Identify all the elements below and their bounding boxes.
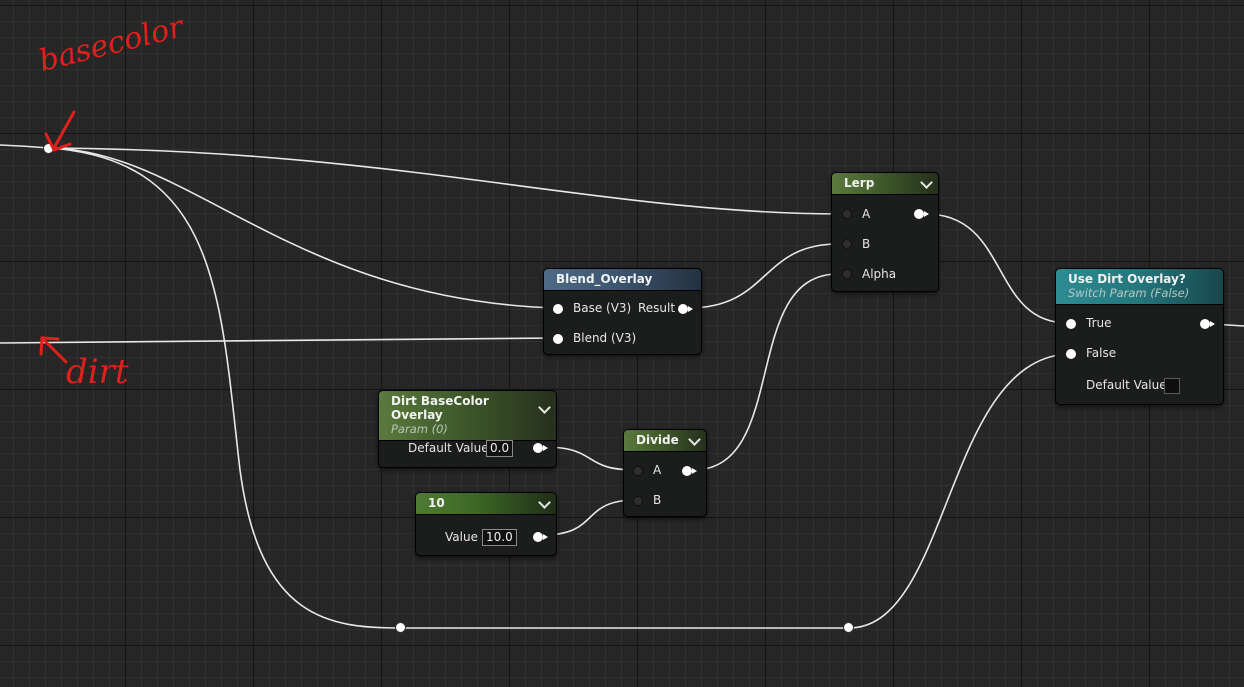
use-dirt-overlay-label-true: True — [1086, 316, 1112, 330]
wire-reroute-to-switch-false — [848, 353, 1069, 629]
divide-pin-b[interactable] — [633, 496, 643, 506]
dirt-basecolor-overlay-subtitle: Param (0) — [391, 422, 448, 436]
lerp-node[interactable]: Lerp A B Alpha — [831, 172, 939, 292]
lerp-header[interactable]: Lerp — [832, 173, 938, 195]
dirt-basecolor-overlay-default-label: Default Value — [408, 441, 489, 455]
constant-10-output-pin[interactable] — [533, 532, 548, 542]
wire-lerp-to-switch-true — [925, 213, 1069, 324]
wire-dirt-to-blend — [0, 337, 557, 344]
wire-divide-to-lerp-alpha — [692, 273, 839, 471]
chevron-down-icon[interactable] — [688, 433, 701, 446]
use-dirt-overlay-pin-true[interactable] — [1066, 319, 1076, 329]
lerp-output-pin[interactable] — [914, 209, 929, 219]
chevron-down-icon[interactable] — [538, 401, 551, 414]
blend-overlay-label-base: Base (V3) — [573, 301, 632, 315]
constant-10-value-field[interactable]: 10.0 — [482, 529, 517, 546]
divide-header[interactable]: Divide — [624, 430, 706, 452]
lerp-label-b: B — [862, 237, 871, 251]
divide-label-a: A — [653, 463, 662, 477]
lerp-label-alpha: Alpha — [862, 267, 897, 281]
chevron-down-icon[interactable] — [538, 496, 551, 509]
divide-title: Divide — [636, 433, 679, 447]
arrow-annotation-icon — [44, 110, 76, 152]
lerp-pin-alpha[interactable] — [842, 269, 852, 279]
lerp-label-a: A — [862, 207, 871, 221]
dirt-basecolor-overlay-title: Dirt BaseColor Overlay — [391, 394, 489, 422]
lerp-pin-a[interactable] — [842, 209, 852, 219]
constant-10-node[interactable]: 10 Value 10.0 — [415, 492, 557, 556]
use-dirt-overlay-node[interactable]: Use Dirt Overlay? Switch Param (False) T… — [1055, 268, 1224, 405]
reroute-node-left[interactable] — [395, 622, 406, 633]
blend-overlay-pin-blend[interactable] — [553, 334, 563, 344]
use-dirt-overlay-pin-false[interactable] — [1066, 349, 1076, 359]
dirt-label: dirt — [66, 352, 129, 392]
blend-overlay-output-pin[interactable] — [678, 304, 693, 314]
use-dirt-overlay-default-checkbox[interactable] — [1164, 378, 1180, 394]
divide-pin-a[interactable] — [633, 466, 643, 476]
divide-node[interactable]: Divide A B — [623, 429, 707, 517]
use-dirt-overlay-title: Use Dirt Overlay? — [1068, 272, 1186, 286]
wire-basecolor-to-lerp-a — [0, 144, 839, 215]
constant-10-value-label: Value — [445, 530, 478, 544]
wire-blend-result-to-lerp-b — [687, 243, 839, 309]
use-dirt-overlay-default-label: Default Value — [1086, 378, 1167, 392]
constant-10-header[interactable]: 10 — [416, 493, 556, 515]
use-dirt-overlay-subtitle: Switch Param (False) — [1068, 286, 1190, 300]
use-dirt-overlay-output-pin[interactable] — [1200, 319, 1215, 329]
dirt-basecolor-overlay-header[interactable]: Dirt BaseColor Overlay Param (0) — [379, 391, 556, 441]
blend-overlay-label-result: Result — [638, 301, 676, 315]
blend-overlay-header[interactable]: Blend_Overlay — [544, 269, 701, 291]
dirt-basecolor-overlay-node[interactable]: Dirt BaseColor Overlay Param (0) Default… — [378, 390, 557, 468]
lerp-pin-b[interactable] — [842, 239, 852, 249]
reroute-node-right[interactable] — [843, 622, 854, 633]
blend-overlay-label-blend: Blend (V3) — [573, 331, 637, 345]
wire-basecolor-to-blend-base — [48, 147, 557, 309]
chevron-down-icon[interactable] — [920, 176, 933, 189]
use-dirt-overlay-label-false: False — [1086, 346, 1117, 360]
blend-overlay-title: Blend_Overlay — [556, 272, 653, 286]
dirt-basecolor-overlay-default-field[interactable]: 0.0 — [486, 440, 514, 457]
divide-output-pin[interactable] — [682, 466, 697, 476]
use-dirt-overlay-header[interactable]: Use Dirt Overlay? Switch Param (False) — [1056, 269, 1223, 305]
blend-overlay-node[interactable]: Blend_Overlay Base (V3) Result Blend (V3… — [543, 268, 702, 355]
blend-overlay-pin-base[interactable] — [553, 304, 563, 314]
lerp-title: Lerp — [844, 176, 875, 190]
divide-label-b: B — [653, 493, 662, 507]
dirt-basecolor-overlay-output-pin[interactable] — [533, 443, 548, 453]
constant-10-title: 10 — [428, 496, 445, 510]
